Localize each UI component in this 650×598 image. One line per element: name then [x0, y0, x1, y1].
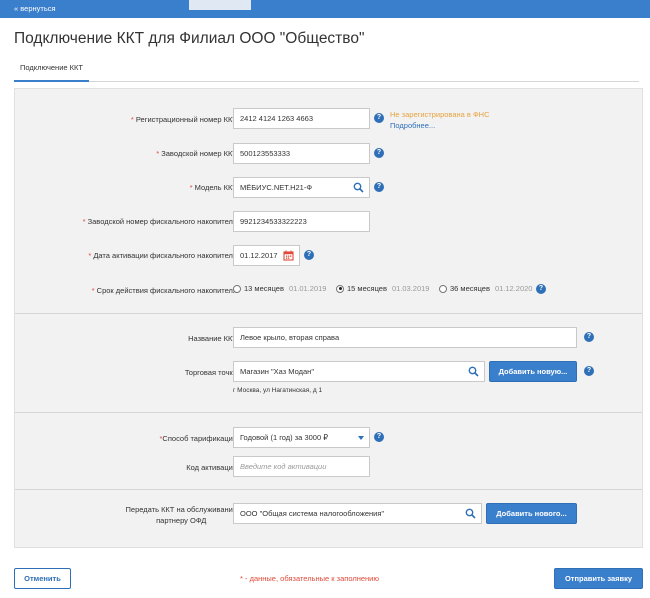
store-label: Торговая точка	[184, 368, 237, 377]
serial-number-help-icon[interactable]: ?	[374, 148, 384, 158]
model-help-icon[interactable]: ?	[374, 182, 384, 192]
ofd-partner-value: ООО "Общая система налогообложения"	[240, 509, 385, 518]
tariff-value: Годовой (1 год) за 3000 ₽	[240, 433, 328, 442]
radio-button-selected[interactable]	[336, 284, 344, 293]
tariff-label-text: Способ тарификации	[162, 434, 237, 443]
reg-number-label: * Регистрационный номер ККТ	[131, 115, 237, 124]
chevron-down-icon[interactable]	[358, 436, 364, 440]
top-bar: « вернуться	[0, 0, 650, 18]
fn-validity-option-date: 01.12.2020	[494, 284, 533, 293]
required-marker: *	[88, 251, 92, 260]
reg-number-help-icon[interactable]: ?	[374, 113, 384, 123]
tab-kkt-connection[interactable]: Подключение ККТ	[14, 59, 89, 82]
serial-number-label: * Заводской номер ККТ	[156, 149, 237, 158]
tariff-help-icon[interactable]: ?	[374, 432, 384, 442]
add-store-button[interactable]: Добавить новую...	[489, 361, 577, 382]
serial-number-label-text: Заводской номер ККТ	[161, 149, 237, 158]
search-icon[interactable]	[465, 508, 476, 521]
activation-code-input[interactable]: Введите код активации	[233, 456, 370, 477]
fn-serial-input[interactable]: 9921234533322223	[233, 211, 370, 232]
reg-number-value: 2412 4124 1263 4663	[240, 114, 313, 123]
required-fields-note: * - данные, обязательные к заполнению	[240, 574, 379, 583]
fn-date-label: * Дата активации фискального накопителя	[88, 251, 237, 260]
reg-status: Не зарегистрирована в ФНС	[390, 110, 490, 119]
required-marker: *	[82, 217, 86, 226]
required-marker: *	[130, 115, 134, 124]
ofd-partner-input[interactable]: ООО "Общая система налогообложения"	[233, 503, 482, 524]
model-label: * Модель ККТ	[190, 183, 237, 192]
add-ofd-partner-button[interactable]: Добавить нового...	[486, 503, 577, 524]
radio-button[interactable]	[439, 284, 447, 293]
reg-number-input[interactable]: 2412 4124 1263 4663	[233, 108, 370, 129]
top-bar-tab	[189, 0, 251, 10]
model-value: МЁБИУС.NET.Н21-Ф	[240, 183, 313, 192]
fn-serial-value: 9921234533322223	[240, 217, 307, 226]
fn-validity-option-label: 15 месяцев	[347, 284, 387, 293]
reg-number-label-text: Регистрационный номер ККТ	[135, 115, 237, 124]
fn-serial-label-text: Заводской номер фискального накопителя	[87, 217, 237, 226]
kkt-name-value: Левое крыло, вторая справа	[240, 333, 340, 342]
activation-code-placeholder: Введите код активации	[240, 462, 327, 471]
fn-validity-option-date: 01.01.2019	[288, 284, 327, 293]
section-divider	[15, 489, 642, 490]
fn-validity-option-label: 36 месяцев	[450, 284, 490, 293]
submit-button[interactable]: Отправить заявку	[554, 568, 643, 589]
page-title: Подключение ККТ для Филиал ООО "Общество…	[14, 30, 365, 47]
serial-number-value: 500123553333	[240, 149, 291, 158]
tariff-select[interactable]: Годовой (1 год) за 3000 ₽	[233, 427, 370, 448]
radio-button[interactable]	[233, 284, 241, 293]
reg-details-link[interactable]: Подробнее...	[390, 121, 435, 130]
serial-number-input[interactable]: 500123553333	[233, 143, 370, 164]
fn-validity-label: * Срок действия фискального накопителя	[92, 286, 237, 295]
kkt-name-help-icon[interactable]: ?	[584, 332, 594, 342]
fn-validity-option-36[interactable]: 36 месяцев 01.12.2020	[439, 284, 532, 293]
fn-validity-option-13[interactable]: 13 месяцев 01.01.2019	[233, 284, 326, 293]
model-input[interactable]: МЁБИУС.NET.Н21-Ф	[233, 177, 370, 198]
calendar-icon[interactable]	[283, 250, 294, 263]
fn-serial-label: * Заводской номер фискального накопителя	[83, 217, 237, 226]
store-value: Магазин "Хаз Модан"	[240, 367, 314, 376]
kkt-name-label: Название ККТ	[188, 334, 237, 343]
store-help-icon[interactable]: ?	[584, 366, 594, 376]
fn-validity-option-date: 01.03.2019	[391, 284, 430, 293]
activation-code-label: Код активации	[186, 463, 237, 472]
required-marker: *	[91, 286, 95, 295]
search-icon[interactable]	[353, 182, 364, 195]
fn-validity-label-text: Срок действия фискального накопителя	[96, 286, 237, 295]
tab-bar: Подключение ККТ	[14, 59, 639, 82]
form-panel: * Регистрационный номер ККТ 2412 4124 12…	[14, 88, 643, 548]
ofd-partner-label-line2: партнеру ОФД	[156, 516, 207, 525]
fn-date-label-text: Дата активации фискального накопителя	[93, 251, 237, 260]
back-link[interactable]: « вернуться	[14, 4, 56, 13]
cancel-button[interactable]: Отменить	[14, 568, 71, 589]
fn-validity-help-icon[interactable]: ?	[536, 284, 546, 294]
section-divider	[15, 412, 642, 413]
required-marker: *	[189, 183, 193, 192]
ofd-partner-label: Передать ККТ на обслуживание партнеру ОФ…	[126, 505, 237, 525]
fn-date-input[interactable]: 01.12.2017	[233, 245, 300, 266]
ofd-partner-label-line1: Передать ККТ на обслуживание	[125, 505, 237, 514]
fn-date-help-icon[interactable]: ?	[304, 250, 314, 260]
kkt-name-input[interactable]: Левое крыло, вторая справа	[233, 327, 577, 348]
fn-validity-option-15[interactable]: 15 месяцев 01.03.2019	[336, 284, 429, 293]
store-address: г Москва, ул Нагатинская, д 1	[233, 387, 323, 394]
tariff-label: *Способ тарификации	[160, 434, 238, 443]
section-divider	[15, 313, 642, 314]
store-input[interactable]: Магазин "Хаз Модан"	[233, 361, 485, 382]
required-marker: *	[156, 149, 160, 158]
search-icon[interactable]	[468, 366, 479, 379]
fn-validity-option-label: 13 месяцев	[244, 284, 284, 293]
model-label-text: Модель ККТ	[194, 183, 237, 192]
